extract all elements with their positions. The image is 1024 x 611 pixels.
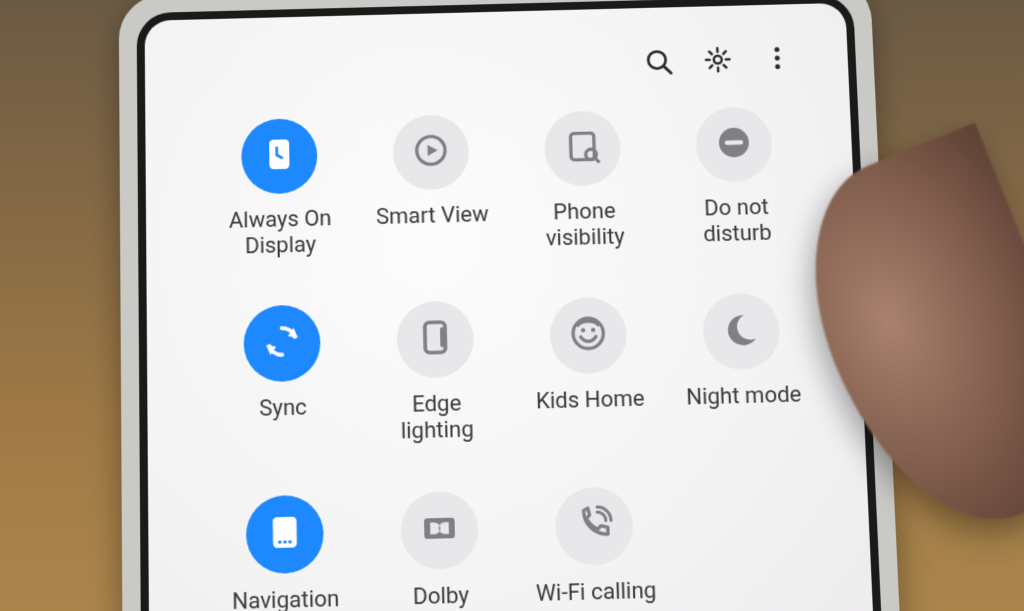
quick-settings-panel: Always On Display Smart View Phone visib…	[145, 3, 876, 611]
tile-night-mode[interactable]: Night mode	[663, 291, 822, 438]
phone-frame: Always On Display Smart View Phone visib…	[119, 0, 904, 611]
tile-label: Wi-Fi calling	[536, 578, 657, 608]
search-icon[interactable]	[643, 46, 674, 76]
tile-wifi-calling[interactable]: Wi-Fi calling	[516, 485, 674, 608]
tile-phone-visibility[interactable]: Phone visibility	[506, 109, 662, 253]
tile-edge-lighting[interactable]: Edge lighting	[358, 299, 515, 446]
tile-label: Smart View	[376, 202, 489, 231]
wifi-calling-icon	[573, 503, 615, 549]
tile-label: Phone visibility	[545, 199, 625, 253]
tile-dolby[interactable]: Dolby	[361, 489, 519, 611]
dolby-icon	[419, 507, 461, 553]
tile-label: Do not disturb	[702, 195, 772, 248]
edge-lighting-icon	[415, 317, 456, 362]
sync-icon	[262, 321, 303, 366]
cast-icon	[411, 130, 452, 174]
tile-always-on-display[interactable]: Always On Display	[203, 117, 357, 261]
quick-settings-grid: Always On Display Smart View Phone visib…	[203, 105, 829, 611]
tile-navigation[interactable]: Navigation	[207, 493, 364, 611]
tile-label: Always On Display	[229, 206, 332, 260]
tile-label: Sync	[259, 395, 307, 423]
night-mode-icon	[720, 309, 762, 354]
tile-label: Dolby	[413, 583, 470, 611]
aod-icon	[259, 134, 300, 178]
tile-sync[interactable]: Sync	[205, 303, 361, 450]
navigation-bar-icon	[264, 511, 305, 557]
tile-label: Navigation	[232, 586, 340, 611]
panel-actions	[643, 43, 793, 76]
dnd-icon	[713, 122, 755, 166]
more-vert-icon[interactable]	[762, 43, 793, 73]
visibility-icon	[562, 126, 603, 170]
tile-do-not-disturb[interactable]: Do not disturb	[657, 105, 814, 249]
tile-label: Edge lighting	[400, 391, 474, 446]
tile-kids-home[interactable]: Kids Home	[511, 295, 669, 442]
tile-label: Kids Home	[536, 386, 646, 415]
tile-label: Night mode	[686, 382, 802, 411]
kids-home-icon	[567, 313, 609, 358]
gear-icon[interactable]	[702, 45, 733, 75]
tile-smart-view[interactable]: Smart View	[354, 113, 509, 257]
